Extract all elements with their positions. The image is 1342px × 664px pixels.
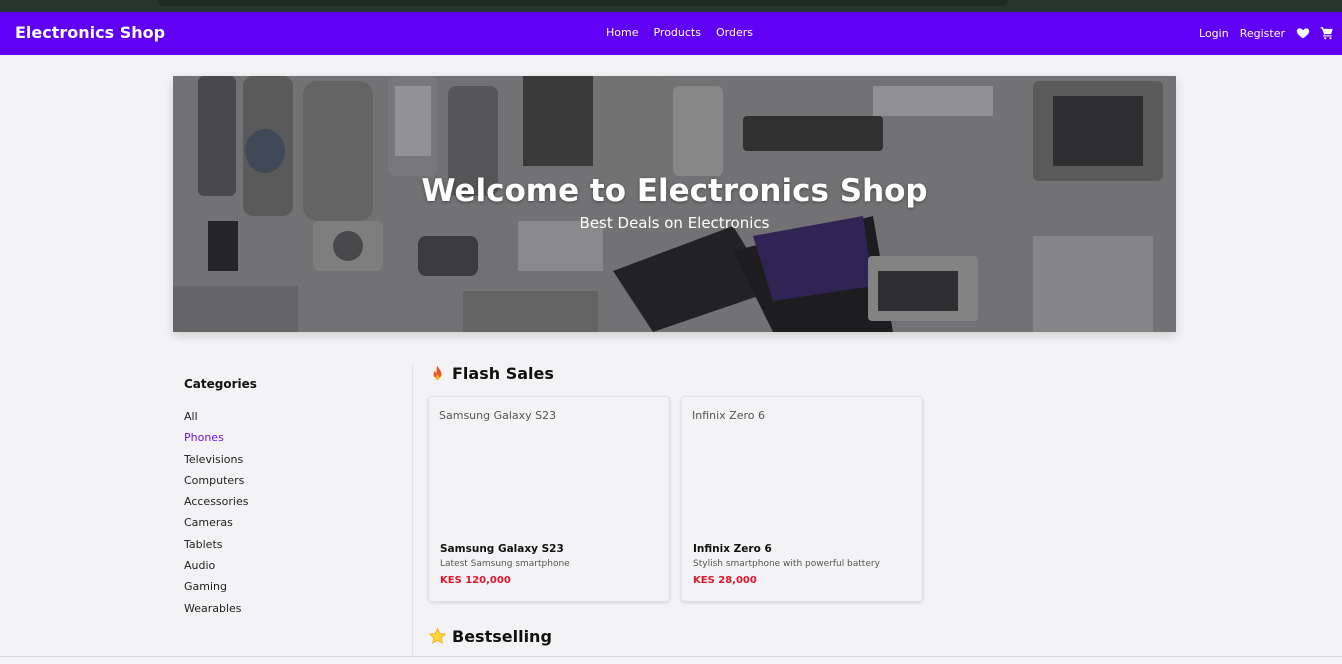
register-link[interactable]: Register bbox=[1240, 27, 1285, 40]
heart-icon[interactable] bbox=[1296, 26, 1310, 40]
star-icon bbox=[428, 627, 447, 646]
category-all[interactable]: All bbox=[184, 410, 248, 431]
flash-sales-title: Flash Sales bbox=[452, 364, 554, 383]
product-card[interactable]: Samsung Galaxy S23 Samsung Galaxy S23 La… bbox=[428, 396, 670, 602]
product-image-alt: Samsung Galaxy S23 bbox=[439, 409, 557, 422]
bestselling-title: Bestselling bbox=[452, 627, 552, 646]
flash-sales-heading: Flash Sales bbox=[428, 364, 554, 383]
category-computers[interactable]: Computers bbox=[184, 474, 248, 495]
product-card[interactable]: Infinix Zero 6 Infinix Zero 6 Stylish sm… bbox=[681, 396, 923, 602]
category-audio[interactable]: Audio bbox=[184, 559, 248, 580]
browser-top-strip bbox=[0, 0, 1342, 12]
fire-icon bbox=[428, 364, 447, 383]
categories-heading: Categories bbox=[184, 377, 257, 391]
nav-orders[interactable]: Orders bbox=[716, 26, 753, 39]
nav-home[interactable]: Home bbox=[606, 26, 638, 39]
category-gaming[interactable]: Gaming bbox=[184, 580, 248, 601]
browser-tab-edge bbox=[158, 0, 1008, 6]
hero-title: Welcome to Electronics Shop bbox=[421, 173, 928, 209]
category-televisions[interactable]: Televisions bbox=[184, 453, 248, 474]
category-wearables[interactable]: Wearables bbox=[184, 602, 248, 623]
nav-products[interactable]: Products bbox=[653, 26, 701, 39]
navbar: Electronics Shop Home Products Orders Lo… bbox=[0, 12, 1342, 55]
login-link[interactable]: Login bbox=[1199, 27, 1229, 40]
product-name[interactable]: Samsung Galaxy S23 bbox=[440, 543, 564, 555]
product-image-alt: Infinix Zero 6 bbox=[692, 409, 765, 422]
product-price: KES 28,000 bbox=[693, 575, 757, 586]
cart-icon[interactable] bbox=[1320, 26, 1334, 40]
hero-banner: Welcome to Electronics Shop Best Deals o… bbox=[173, 76, 1176, 332]
category-accessories[interactable]: Accessories bbox=[184, 495, 248, 516]
category-phones[interactable]: Phones bbox=[184, 431, 248, 452]
category-list: All Phones Televisions Computers Accesso… bbox=[184, 410, 248, 623]
hero-subtitle: Best Deals on Electronics bbox=[579, 214, 770, 232]
nav-links: Home Products Orders bbox=[606, 26, 768, 39]
category-tablets[interactable]: Tablets bbox=[184, 538, 248, 559]
product-name[interactable]: Infinix Zero 6 bbox=[693, 543, 772, 555]
category-cameras[interactable]: Cameras bbox=[184, 516, 248, 537]
brand-logo[interactable]: Electronics Shop bbox=[15, 23, 165, 42]
categories-sidebar: Categories All Phones Televisions Comput… bbox=[173, 364, 413, 664]
os-taskbar bbox=[0, 656, 1342, 664]
bestselling-heading: Bestselling bbox=[428, 627, 552, 646]
nav-account: Login Register bbox=[1199, 26, 1334, 40]
product-description: Stylish smartphone with powerful battery bbox=[693, 559, 880, 569]
product-description: Latest Samsung smartphone bbox=[440, 559, 570, 569]
product-image[interactable]: Infinix Zero 6 bbox=[692, 409, 765, 422]
product-image[interactable]: Samsung Galaxy S23 bbox=[439, 409, 556, 422]
product-price: KES 120,000 bbox=[440, 575, 511, 586]
